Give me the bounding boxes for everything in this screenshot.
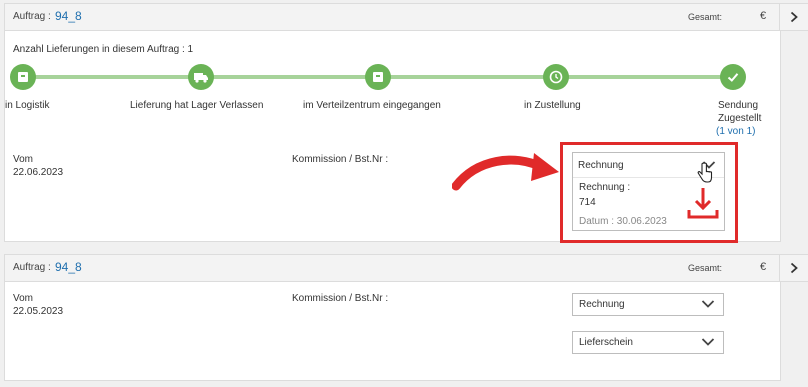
chevron-right-icon	[790, 262, 798, 274]
lieferschein-dropdown-label: Lieferschein	[579, 337, 633, 348]
step-logistik-label: in Logistik	[5, 100, 50, 111]
chevron-right-icon	[790, 11, 798, 23]
order-header: Auftrag : 94_8 Gesamt: €	[5, 255, 780, 282]
step-zugestellt-label-2: Zugestellt	[718, 113, 762, 124]
step-zustellung-label: in Zustellung	[524, 100, 581, 111]
vom-label: Vom	[13, 293, 34, 304]
truck-icon	[194, 73, 208, 83]
chevron-down-icon	[701, 300, 715, 308]
kommission-label: Kommission / Bst.Nr :	[292, 293, 389, 304]
box-icon	[373, 72, 383, 82]
box-icon	[18, 72, 28, 82]
delivery-count-text: Anzahl Lieferungen in diesem Auftrag : 1	[13, 44, 194, 55]
auftrag-label: Auftrag :	[13, 11, 51, 22]
lieferschein-dropdown[interactable]: Lieferschein	[572, 331, 724, 354]
step-verteilzentrum-label: im Verteilzentrum eingegangen	[303, 100, 441, 111]
vom-date: 22.06.2023	[13, 167, 64, 178]
step-logistik	[10, 64, 36, 90]
rechnung-dropdown-label: Rechnung	[579, 299, 625, 310]
order-header: Auftrag : 94_8 Gesamt: €	[5, 4, 780, 31]
rechnung-dropdown[interactable]: Rechnung	[572, 293, 724, 316]
highlight-box	[560, 142, 738, 243]
check-icon	[727, 73, 739, 82]
step-lager-verlassen	[188, 64, 214, 90]
clock-icon	[549, 70, 563, 84]
chevron-down-icon	[701, 338, 715, 346]
expand-button[interactable]	[779, 254, 808, 282]
step-zugestellt-label-1: Sendung	[718, 100, 759, 111]
currency-symbol: €	[760, 10, 767, 22]
step-zustellung	[543, 64, 569, 90]
step-verteilzentrum	[365, 64, 391, 90]
gesamt-label: Gesamt:	[688, 12, 723, 22]
order-card: Auftrag : 94_8 Gesamt: € Vom 22.05.2023 …	[4, 254, 781, 381]
step-zugestellt	[720, 64, 746, 90]
vom-date: 22.05.2023	[13, 306, 64, 317]
kommission-label: Kommission / Bst.Nr :	[292, 154, 389, 165]
vom-label: Vom	[13, 154, 34, 165]
auftrag-number-link[interactable]: 94_8	[55, 260, 82, 274]
currency-symbol: €	[760, 261, 767, 273]
annotation-arrow-icon	[452, 153, 559, 191]
step-zugestellt-count-link[interactable]: (1 von 1)	[716, 126, 755, 137]
expand-button[interactable]	[779, 3, 808, 31]
step-lager-verlassen-label: Lieferung hat Lager Verlassen	[130, 100, 264, 111]
auftrag-number-link[interactable]: 94_8	[55, 9, 82, 23]
auftrag-label: Auftrag :	[13, 262, 51, 273]
gesamt-label: Gesamt:	[688, 263, 723, 273]
